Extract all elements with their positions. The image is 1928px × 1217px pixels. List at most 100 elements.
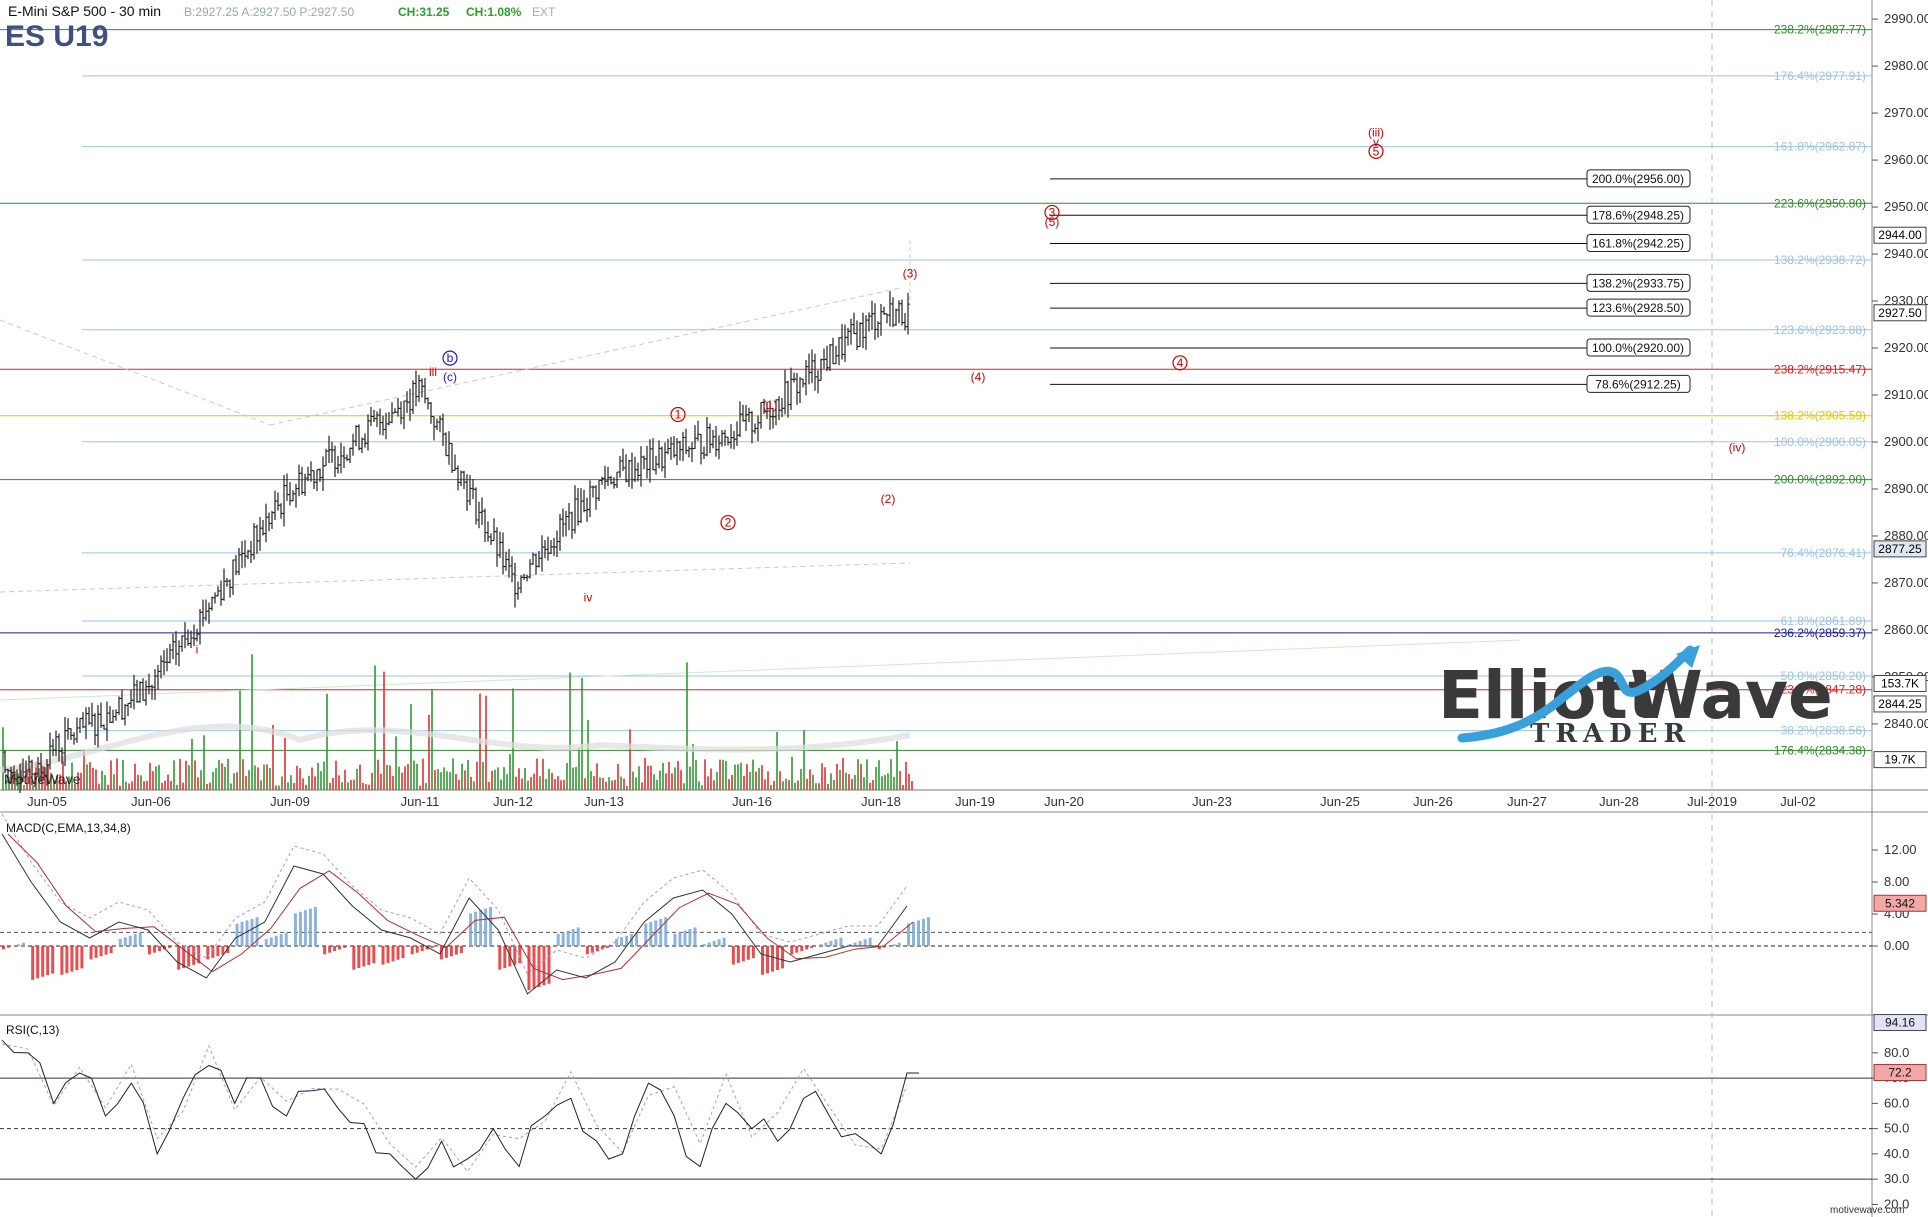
volume-bar xyxy=(812,774,814,790)
macd-histogram-bar xyxy=(600,946,604,950)
macd-histogram-bar xyxy=(571,929,575,946)
macd-histogram-bar xyxy=(712,940,716,946)
macd-histogram-bar xyxy=(858,940,862,946)
volume-bar xyxy=(860,763,862,790)
macd-histogram-bar xyxy=(707,942,711,946)
volume-bar xyxy=(551,772,553,790)
macd-histogram-bar xyxy=(31,946,35,980)
macd-histogram-bar xyxy=(338,946,342,950)
volume-bar xyxy=(737,764,739,790)
macd-histogram-bar xyxy=(357,946,361,969)
macd-histogram-bar xyxy=(391,946,395,962)
macd-histogram-bar xyxy=(649,922,653,946)
time-tick-label: Jul-2019 xyxy=(1687,794,1737,809)
macd-histogram-bar xyxy=(917,920,920,946)
volume-bar xyxy=(425,783,427,790)
macd-histogram-bar xyxy=(513,946,517,965)
time-tick-label: Jun-16 xyxy=(732,794,772,809)
rsi-tick-label: 30.0 xyxy=(1884,1171,1909,1186)
volume-bar xyxy=(800,768,802,790)
macd-histogram-bar xyxy=(605,946,609,948)
volume-bar xyxy=(566,763,568,790)
volume-bar xyxy=(257,767,259,790)
volume-bar xyxy=(554,779,556,790)
time-tick-label: Jun-20 xyxy=(1044,794,1084,809)
volume-bar xyxy=(725,760,727,790)
price-tick-label: 2920.00 xyxy=(1884,340,1928,355)
macd-histogram-bar xyxy=(693,927,697,946)
macd-histogram-bar xyxy=(264,938,268,946)
volume-bar xyxy=(644,758,646,790)
macd-histogram-bar xyxy=(118,938,122,946)
target-level-label: 200.0%(2956.00) xyxy=(1592,172,1684,186)
macd-histogram-bar xyxy=(420,946,424,952)
volume-bar xyxy=(626,785,628,790)
volume-bar xyxy=(650,765,652,790)
chart-canvas[interactable]: Jun-05 Jun-06 Jun-09 Jun-11 Jun-12 Jun-13 Jun-… xyxy=(0,0,1928,1217)
macd-histogram-bar xyxy=(41,946,45,977)
macd-histogram-bar xyxy=(293,913,297,946)
volume-bar xyxy=(416,763,418,790)
volume-bar xyxy=(302,778,304,790)
macd-title: MACD(C,EMA,13,34,8) xyxy=(6,821,131,835)
macd-histogram-bar xyxy=(683,930,687,946)
price-badge-label: 153.7K xyxy=(1881,677,1919,691)
volume-bar xyxy=(710,768,712,790)
macd-tick-label: 8.00 xyxy=(1884,874,1909,889)
volume-bar xyxy=(806,778,808,790)
volume-bar xyxy=(344,769,346,790)
volume-bar xyxy=(446,771,448,790)
macd-histogram-bar xyxy=(138,932,142,946)
fib-level-label: 161.8%(2962.87) xyxy=(1774,140,1866,154)
volume-bar xyxy=(809,769,811,790)
volume-bar xyxy=(629,729,631,790)
volume-bar xyxy=(341,782,343,790)
volume-bar xyxy=(251,654,253,790)
volume-bar xyxy=(371,772,373,790)
volume-bar xyxy=(410,704,412,790)
volume-bar xyxy=(389,765,391,790)
volume-bar xyxy=(752,759,754,790)
volume-bar xyxy=(116,758,118,790)
volume-bar xyxy=(731,774,733,790)
macd-histogram-bar xyxy=(80,946,84,969)
fib-level-label: 176.4%(2977.91) xyxy=(1774,69,1866,83)
volume-bar xyxy=(203,735,205,790)
macd-histogram-bar xyxy=(868,937,872,946)
time-tick-label: Jun-12 xyxy=(493,794,533,809)
time-tick-label: Jun-25 xyxy=(1320,794,1360,809)
macd-histogram-bar xyxy=(717,939,721,946)
logo-sub: TRADER xyxy=(1530,719,1691,749)
macd-histogram-bar xyxy=(352,946,356,970)
volume-bar xyxy=(449,772,451,790)
volume-bar xyxy=(245,775,247,790)
volume-bar xyxy=(92,767,94,790)
macd-histogram-bar xyxy=(824,942,828,946)
macd-histogram-bar xyxy=(269,937,273,946)
fib-level-label: 236.2%(2859.37) xyxy=(1774,626,1866,640)
volume-bar xyxy=(326,693,328,790)
volume-bar xyxy=(452,758,454,790)
volume-bar xyxy=(167,774,169,790)
volume-bar xyxy=(896,741,898,790)
wave-label: 2 xyxy=(725,516,732,530)
macd-histogram-bar xyxy=(167,946,171,948)
wave-label: (c) xyxy=(443,370,457,384)
macd-histogram-bar xyxy=(556,933,560,946)
macd-histogram-bar xyxy=(147,946,151,955)
volume-bar xyxy=(431,689,433,790)
macd-histogram-bar xyxy=(36,946,40,979)
volume-bar xyxy=(158,764,160,790)
macd-histogram-bar xyxy=(313,906,317,946)
macd-histogram-bar xyxy=(722,937,726,946)
volume-bar xyxy=(872,779,874,790)
price-tick-label: 2950.00 xyxy=(1884,199,1928,214)
macd-histogram-bar xyxy=(211,946,215,958)
volume-bar xyxy=(443,767,445,790)
volume-bar xyxy=(299,768,301,790)
volume-bar xyxy=(458,779,460,790)
elliott-wave-logo: Elliott Wave TRADER xyxy=(1438,645,1833,749)
volume-bar xyxy=(455,774,457,790)
wave-label: iv xyxy=(584,591,593,605)
volume-bar xyxy=(392,776,394,790)
